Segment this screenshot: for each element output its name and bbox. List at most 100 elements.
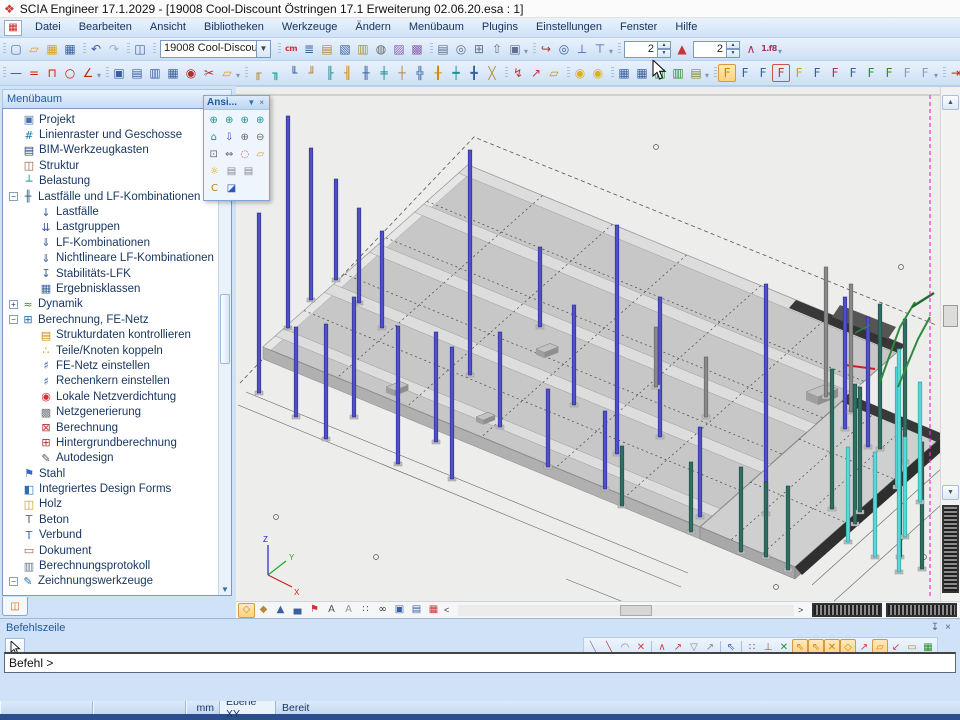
menu-tree-header[interactable]: Menübaum (2, 89, 232, 108)
measure-pole-icon[interactable]: ⊥ (573, 40, 591, 58)
tree-scroll-down-icon[interactable]: ▼ (219, 585, 231, 594)
collapse-icon[interactable]: − (9, 315, 18, 324)
rotation-control-horizontal-2[interactable] (886, 603, 957, 617)
binoculars-icon[interactable]: ∞ (374, 603, 391, 618)
command-input[interactable]: Befehl > (4, 652, 956, 673)
member-tool-1-icon[interactable]: ╓ (249, 64, 267, 82)
table-2-icon[interactable]: ▦ (633, 64, 651, 82)
bend-line-icon[interactable]: ↗ (527, 64, 545, 82)
fluent-1-icon[interactable]: F (718, 64, 736, 82)
scale-spin-1-value[interactable]: 2 (624, 41, 658, 58)
save-icon[interactable]: ▦ (61, 40, 79, 58)
print-preview-icon[interactable]: ◎ (452, 40, 470, 58)
table-1-icon[interactable]: ▦ (615, 64, 633, 82)
light-cone-icon[interactable]: ▲ (272, 603, 289, 618)
scroll-down-icon[interactable]: ▼ (942, 485, 959, 500)
copy-4-icon[interactable]: ▦ (164, 64, 182, 82)
measure-help-icon[interactable]: ⊤ (591, 40, 609, 58)
menu-bearbeiten[interactable]: Bearbeiten (70, 19, 141, 36)
fluent-9-icon[interactable]: F (862, 64, 880, 82)
zoom-all-icon[interactable]: ⇔ (223, 147, 237, 162)
library-icon[interactable]: ▤ (318, 40, 336, 58)
tree-item-projekt[interactable]: ▣Projekt (3, 112, 231, 127)
menu-hilfe[interactable]: Hilfe (666, 19, 706, 36)
zoom-out-icon[interactable]: ⊖ (254, 130, 268, 145)
tree-item-berechnung-fe-netz[interactable]: −⊞Berechnung, FE-Netz (3, 312, 231, 327)
scale-spin-2-value[interactable]: 2 (693, 41, 727, 58)
tree-item-holz[interactable]: ◫Holz (3, 497, 231, 512)
fem-grid-icon[interactable]: ▦ (425, 603, 442, 618)
roof-tool-icon[interactable]: ∧ (742, 40, 760, 58)
draw-parallel-icon[interactable]: = (25, 64, 43, 82)
menu-menbaum[interactable]: Menübaum (400, 19, 473, 36)
copy-2-icon[interactable]: ▤ (128, 64, 146, 82)
fluent-8-icon[interactable]: F (844, 64, 862, 82)
member-tool-4-icon[interactable]: ╜ (303, 64, 321, 82)
weld-2-icon[interactable]: ◉ (589, 64, 607, 82)
tree-item-netzgenerierung[interactable]: ▩Netzgenerierung (3, 404, 231, 419)
menu-werkzeuge[interactable]: Werkzeuge (273, 19, 346, 36)
clip-view-icon[interactable]: ⇩ (223, 130, 237, 145)
toolbar-overflow-icon[interactable]: ▾ (524, 47, 528, 56)
tree-scrollbar-thumb[interactable] (220, 294, 230, 364)
tree-item-lf-kombinationen[interactable]: ⇓LF-Kombinationen (3, 235, 231, 250)
scale-tri-icon[interactable]: ▲ (673, 40, 691, 58)
tree-item-rechenkern-einstellen[interactable]: ♯Rechenkern einstellen (3, 374, 231, 389)
tree-item-ergebnisklassen[interactable]: ▦Ergebnisklassen (3, 281, 231, 296)
tree-item-fe-netz-einstellen[interactable]: ♯FE-Netz einstellen (3, 358, 231, 373)
menu-ansicht[interactable]: Ansicht (141, 19, 195, 36)
horizontal-scroll-thumb[interactable] (620, 605, 652, 616)
project-combo-value[interactable]: 19008 Cool-Discou (160, 40, 256, 58)
tree-item-hintergrundberechnung[interactable]: ⊞Hintergrundberechnung (3, 435, 231, 450)
menu-plugins[interactable]: Plugins (473, 19, 527, 36)
zoom-in-icon[interactable]: ⊕ (238, 130, 252, 145)
status-plane[interactable]: Ebene XY (220, 701, 276, 714)
open-file-icon[interactable]: ▱ (25, 40, 43, 58)
status-units[interactable]: mm (186, 701, 220, 714)
member-tool-11-icon[interactable]: ╂ (429, 64, 447, 82)
clipboard-view-icon[interactable]: C (207, 181, 222, 196)
menu-tree-tab[interactable]: ◫ (2, 597, 28, 616)
eye-select-icon[interactable]: ◉ (182, 64, 200, 82)
scale-spin-1-up-icon[interactable]: ▲ (658, 41, 671, 50)
red-connect-1-icon[interactable]: ⇥ (947, 64, 960, 82)
tree-item-zeichnungswerkzeuge[interactable]: −✎Zeichnungswerkzeuge (3, 574, 231, 589)
scale-spin-2[interactable]: 2▲▼ (693, 41, 740, 58)
scale-ratio-icon[interactable]: 1.f8 (760, 40, 778, 58)
menu-datei[interactable]: Datei (26, 19, 70, 36)
member-tool-5-icon[interactable]: ╟ (321, 64, 339, 82)
scale-spin-1[interactable]: 2▲▼ (624, 41, 671, 58)
toolbar-overflow-icon[interactable]: ▾ (705, 71, 709, 80)
mesh-ball-icon[interactable]: ◍ (372, 40, 390, 58)
view-axo-icon[interactable]: ⊕ (254, 113, 268, 128)
render-view-icon[interactable]: ◪ (224, 181, 239, 196)
member-tool-14-icon[interactable]: ╳ (483, 64, 501, 82)
scroll-left-icon[interactable]: < (444, 605, 449, 615)
toolbar-overflow-icon[interactable]: ▾ (778, 47, 782, 56)
render-solid-icon[interactable]: ◆ (255, 603, 272, 618)
xy-doc-icon[interactable]: ▧ (336, 40, 354, 58)
picture-zoom-icon[interactable]: ◎ (555, 40, 573, 58)
zoom-selection-icon[interactable]: ◌ (238, 147, 252, 162)
show-supports-icon[interactable]: ⚑ (306, 603, 323, 618)
collapse-icon[interactable]: − (9, 192, 18, 201)
redo-icon[interactable]: ↷ (105, 40, 123, 58)
view-toolbar-header[interactable]: Ansi... ▼ × (204, 96, 269, 110)
send-picture-icon[interactable]: ↪ (537, 40, 555, 58)
tree-item-stahl[interactable]: ⚑Stahl (3, 466, 231, 481)
print-view-1-icon[interactable]: ▤ (224, 164, 239, 179)
view-home-icon[interactable]: ⌂ (207, 130, 221, 145)
viewport-vertical-scrollbar[interactable]: ▲ ▼ (940, 87, 960, 601)
tree-item-autodesign[interactable]: ✎Autodesign (3, 451, 231, 466)
print-view-2-icon[interactable]: ▤ (241, 164, 256, 179)
member-tool-8-icon[interactable]: ╪ (375, 64, 393, 82)
scale-spin-2-down-icon[interactable]: ▼ (727, 49, 740, 58)
labels-off-icon[interactable]: A (340, 603, 357, 618)
fluent-5-icon[interactable]: F (790, 64, 808, 82)
calculator-icon[interactable]: ⊞ (470, 40, 488, 58)
tree-item-stabilitäts-lfk[interactable]: ↧Stabilitäts-LFK (3, 266, 231, 281)
toolbar-overflow-icon[interactable]: ▾ (97, 71, 101, 80)
combo-dropdown-icon[interactable]: ▼ (256, 40, 271, 58)
close-icon[interactable]: × (257, 98, 266, 107)
menu-fenster[interactable]: Fenster (611, 19, 666, 36)
